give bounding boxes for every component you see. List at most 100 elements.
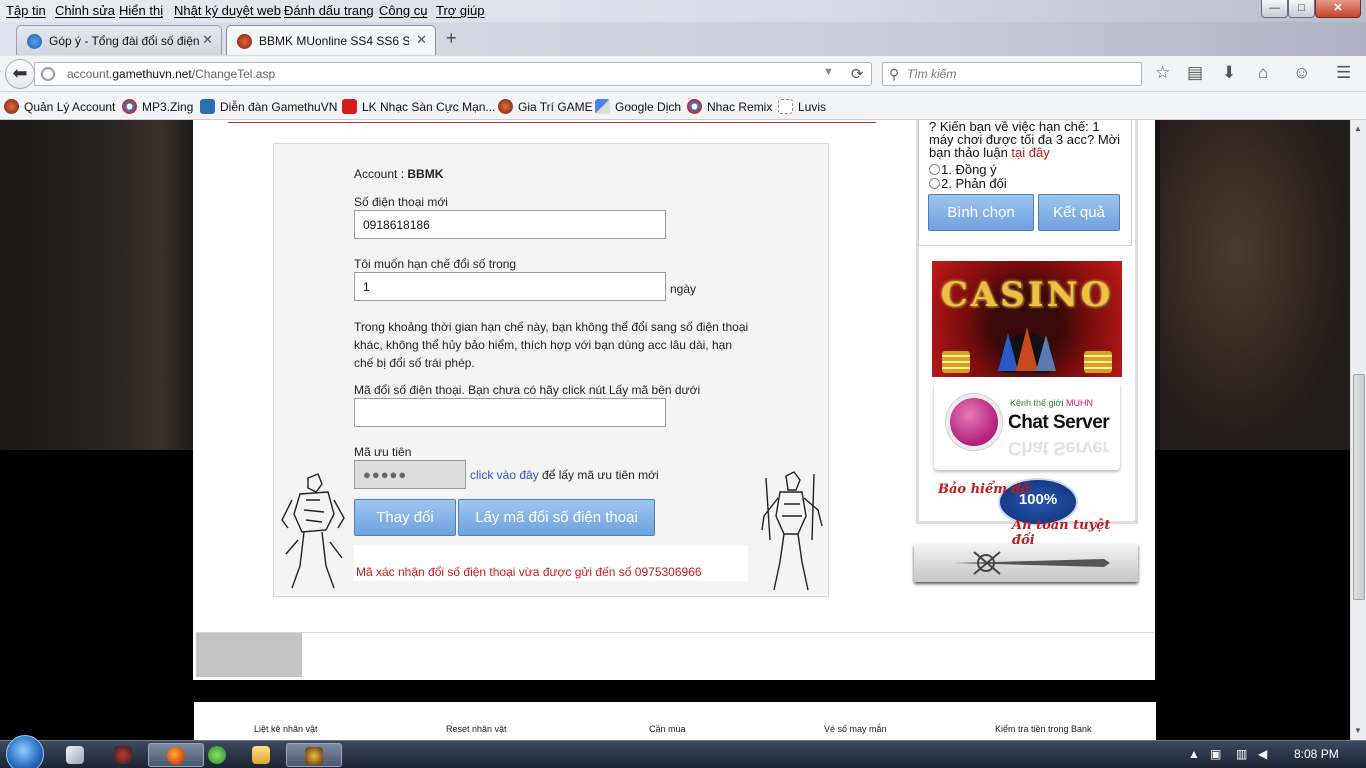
scroll-thumb[interactable] [1353, 374, 1365, 600]
bookmark-google-dich[interactable]: Google Dịch [595, 99, 681, 114]
footer-link-lottery[interactable]: Vé số may mắn [824, 724, 887, 734]
poll-option-label: 1. Đồng ý [941, 162, 997, 177]
priority-code-input[interactable] [354, 460, 466, 489]
bookmark-lk-nhac-san[interactable]: LK Nhạc Sàn Cực Mạn... [342, 99, 495, 114]
get-priority-link[interactable]: click vào đây [470, 468, 539, 482]
result-button[interactable]: Kết quả [1038, 194, 1120, 231]
star-icon[interactable]: ☆ [1155, 63, 1170, 83]
poll-option-agree[interactable]: 1. Đồng ý [929, 162, 997, 177]
bookmark-label: Nhac Remix [707, 100, 773, 114]
radio-icon[interactable] [929, 164, 940, 175]
bookmark-dien-dan-gamethuvn[interactable]: Diễn đàn GamethuVN [200, 99, 337, 114]
menu-help[interactable]: Trợ giúp [436, 3, 485, 18]
divider [196, 632, 1154, 633]
limit-days-input[interactable] [354, 272, 666, 301]
windows-start-icon[interactable] [6, 735, 44, 768]
account-label: Account : BBMK [354, 167, 443, 181]
utility-icon [208, 746, 226, 764]
limit-unit-label: ngày [670, 282, 697, 296]
vote-button[interactable]: Bình chọn [928, 194, 1034, 231]
priority-label: Mã ưu tiên [354, 445, 412, 459]
url-bar[interactable]: account.gamethuvn.net/ChangeTel.asp ▼ ⟳ [34, 62, 872, 86]
tray-expand-icon[interactable]: ▲ [1188, 747, 1202, 761]
priority-hint-text: để lấy mã ưu tiên mới [538, 468, 659, 482]
footer-link-want-to-buy[interactable]: Cần mua [649, 724, 686, 734]
bookmark-quan-ly-account[interactable]: Quản Lý Account [4, 99, 115, 114]
bookmark-label: Diễn đàn GamethuVN [220, 100, 338, 114]
close-window-button[interactable]: ✕ [1315, 0, 1361, 18]
tab-label: BBMK MUonline SS4 SS6 S... [259, 34, 409, 48]
sword-banner [914, 544, 1138, 582]
taskbar: ▲ ▣ ▥ ◀ 8:08 PM [0, 735, 1366, 768]
tab-gop-y[interactable]: Góp ý - Tổng đài đổi số điện... ✕ [16, 25, 222, 55]
tab-favicon-icon [27, 34, 42, 49]
clock[interactable]: 8:08 PM [1294, 747, 1339, 761]
chevron-down-icon[interactable]: ▼ [823, 66, 834, 78]
chat-title-reflection: Chat Server [1008, 437, 1110, 458]
tab-favicon-icon [237, 34, 252, 49]
sword-icon [954, 551, 1110, 575]
confirmation-message: Mã xác nhận đổi số điện thoại vừa được g… [356, 565, 702, 579]
heroes-image [998, 327, 1056, 373]
poll-option-disagree[interactable]: 2. Phản đối [929, 176, 1007, 191]
taskbar-game-app[interactable] [96, 743, 152, 767]
menu-bookmarks[interactable]: Đánh dấu trang [284, 3, 374, 18]
new-phone-input[interactable] [354, 210, 666, 239]
tab-close-icon[interactable]: ✕ [202, 32, 213, 48]
bookmark-mp3-zing[interactable]: MP3.Zing [122, 99, 193, 114]
code-label: Mã đổi số điện thoại. Bạn chưa có hãy cl… [354, 383, 701, 397]
change-button[interactable]: Thay đổi [354, 499, 456, 536]
radio-icon[interactable] [929, 178, 940, 189]
menu-tools[interactable]: Công cụ [379, 3, 427, 18]
minimize-button[interactable]: — [1261, 0, 1288, 18]
footer-link-bank-check[interactable]: Kiểm tra tiền trong Bank [995, 724, 1092, 734]
bookmark-label: Google Dịch [615, 100, 682, 114]
url-host: gamethuvn.net [112, 67, 192, 81]
scroll-up-icon[interactable]: ▲ [1354, 124, 1362, 133]
tab-close-icon[interactable]: ✕ [416, 32, 427, 48]
bookmark-luvis[interactable]: Luvis [778, 99, 826, 114]
get-code-button[interactable]: Lấy mã đổi số điện thoại [458, 499, 655, 536]
menu-view[interactable]: Hiển thị [119, 3, 163, 18]
footer-link-reset-character[interactable]: Reset nhân vật [446, 724, 507, 734]
hamburger-menu-icon[interactable]: ☰ [1336, 63, 1351, 83]
poll-discuss-link[interactable]: tại đây [1011, 145, 1049, 160]
menu-history[interactable]: Nhật ký duyệt web [174, 3, 281, 18]
poll-widget: ? Kiến bạn về việc hạn chế: 1 máy chơi đ… [918, 120, 1132, 246]
taskbar-mu-app[interactable] [286, 743, 342, 767]
folder-icon [252, 746, 270, 764]
maximize-button[interactable]: □ [1288, 0, 1315, 18]
chat-bubble-icon[interactable]: ☺ [1293, 63, 1310, 83]
reading-list-icon[interactable]: ▤ [1187, 63, 1203, 83]
bookmark-nhac-remix[interactable]: Nhac Remix [687, 99, 772, 114]
home-icon[interactable]: ⌂ [1258, 63, 1268, 83]
menu-edit[interactable]: Chỉnh sửa [55, 3, 115, 18]
search-bar[interactable]: ⚲ [882, 62, 1142, 86]
menu-file[interactable]: Tập tin [6, 3, 46, 18]
chat-server-banner[interactable]: Kênh thế giới MUHN Chat Server Chat Serv… [934, 382, 1120, 470]
navigation-bar: account.gamethuvn.net/ChangeTel.asp ▼ ⟳ … [0, 56, 1366, 92]
scroll-down-icon[interactable]: ▼ [1354, 726, 1362, 735]
menu-bar: Tập tin Chỉnh sửa Hiển thị Nhật ký duyệt… [0, 0, 1366, 22]
insurance-banner[interactable]: 100% Bảo hiểm đồ An toàn tuyệt đối [934, 476, 1120, 548]
casino-banner[interactable]: CASINO [932, 261, 1122, 377]
new-tab-button[interactable]: + [446, 28, 457, 49]
change-code-input[interactable] [354, 398, 666, 427]
bookmark-gia-tri-game[interactable]: Gia Trí GAME [498, 99, 593, 114]
tray-app-icon[interactable]: ▣ [1210, 747, 1224, 761]
back-button[interactable]: ⬅ [5, 59, 35, 89]
tab-bbmk[interactable]: BBMK MUonline SS4 SS6 S... ✕ [226, 25, 436, 55]
account-label-text: Account : [354, 167, 408, 181]
reload-icon[interactable]: ⟳ [851, 65, 864, 83]
notice-box-edge [228, 120, 876, 123]
network-icon[interactable]: ▥ [1236, 747, 1250, 761]
mu-game-icon [305, 747, 323, 765]
download-icon[interactable]: ⬇ [1222, 63, 1236, 83]
search-input[interactable] [907, 66, 1137, 82]
insurance-title: Bảo hiểm đồ [938, 482, 1030, 497]
footer-link-list-characters[interactable]: Liệt kê nhân vật [254, 724, 318, 734]
taskbar-folder-app[interactable] [234, 743, 290, 767]
warrior-right-image [761, 471, 823, 591]
volume-icon[interactable]: ◀ [1258, 747, 1272, 761]
page-scrollbar[interactable]: ▲ ▼ [1350, 120, 1366, 740]
